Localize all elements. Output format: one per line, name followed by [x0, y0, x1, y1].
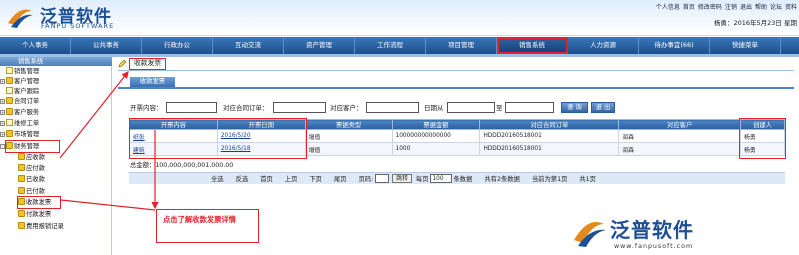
arrow-line-bottom — [60, 199, 156, 211]
brand-watermark: 泛普软件 www.fanpusoft.com — [570, 214, 795, 254]
brand-text: 泛普软件 — [610, 218, 694, 242]
arrow-to-tab — [59, 71, 129, 159]
brand-url: www.fanpusoft.com — [614, 243, 694, 250]
brand-logo-icon — [574, 222, 606, 247]
